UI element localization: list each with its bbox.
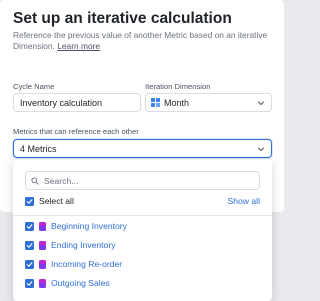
iteration-dimension-label: Iteration Dimension bbox=[145, 82, 211, 91]
checkbox-checked-icon bbox=[25, 240, 34, 250]
cycle-name-value: Inventory calculation bbox=[20, 97, 103, 108]
metric-option[interactable]: Incoming Re-order bbox=[25, 258, 122, 270]
chevron-down-icon bbox=[258, 101, 264, 105]
metrics-search-input[interactable]: Search... bbox=[25, 171, 260, 190]
metric-icon bbox=[39, 221, 46, 231]
dimension-grid-icon bbox=[151, 98, 160, 107]
modal-title: Set up an iterative calculation bbox=[13, 10, 232, 27]
metrics-select[interactable]: 4 Metrics bbox=[13, 139, 272, 158]
checkbox-checked-icon bbox=[25, 278, 34, 288]
dropdown-divider bbox=[13, 215, 272, 216]
metric-option-label: Outgoing Sales bbox=[51, 278, 110, 288]
metric-option-label: Beginning Inventory bbox=[51, 221, 127, 231]
metric-option[interactable]: Ending Inventory bbox=[25, 239, 116, 251]
learn-more-link[interactable]: Learn more bbox=[57, 41, 100, 51]
metric-option[interactable]: Beginning Inventory bbox=[25, 220, 127, 232]
cycle-name-label: Cycle Name bbox=[13, 82, 55, 91]
checkbox-checked-icon bbox=[25, 221, 34, 231]
modal-subtitle: Reference the previous value of another … bbox=[13, 30, 273, 52]
search-icon bbox=[31, 176, 39, 185]
metrics-select-value: 4 Metrics bbox=[20, 143, 57, 154]
modal-subtitle-text: Reference the previous value of another … bbox=[13, 30, 268, 51]
select-all-checkbox[interactable]: Select all bbox=[25, 195, 74, 207]
cycle-name-input[interactable]: Inventory calculation bbox=[13, 93, 141, 112]
search-placeholder: Search... bbox=[44, 175, 79, 186]
metric-option[interactable]: Outgoing Sales bbox=[25, 277, 110, 289]
checkbox-checked-icon bbox=[25, 196, 34, 206]
metric-icon bbox=[39, 240, 46, 250]
iteration-dimension-select[interactable]: Month bbox=[145, 93, 272, 112]
metric-option-label: Ending Inventory bbox=[51, 240, 116, 250]
metric-option-label: Incoming Re-order bbox=[51, 259, 123, 269]
chevron-down-icon bbox=[258, 147, 264, 151]
metrics-label: Metrics that can reference each other bbox=[13, 127, 139, 136]
iteration-dimension-value: Month bbox=[164, 97, 190, 108]
metric-icon bbox=[39, 259, 46, 269]
show-all-link[interactable]: Show all bbox=[228, 196, 260, 206]
metric-icon bbox=[39, 278, 46, 288]
metrics-dropdown: Search... Select all Show all Beginning … bbox=[13, 160, 272, 301]
checkbox-checked-icon bbox=[25, 259, 34, 269]
select-all-label: Select all bbox=[39, 196, 74, 206]
